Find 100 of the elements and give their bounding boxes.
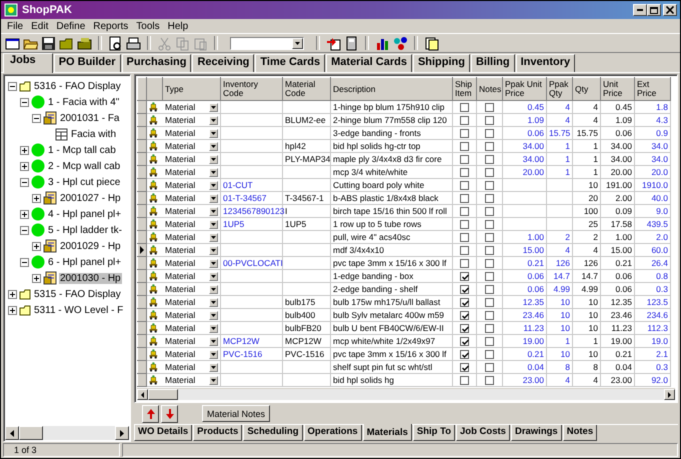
checkbox[interactable] xyxy=(485,258,494,268)
dropdown-button[interactable] xyxy=(209,154,218,164)
checkbox[interactable] xyxy=(460,220,469,228)
expand-toggle[interactable] xyxy=(20,226,29,234)
checkbox[interactable] xyxy=(485,102,494,112)
checkbox[interactable] xyxy=(460,168,469,176)
expand-toggle[interactable] xyxy=(20,258,29,266)
dropdown-button[interactable] xyxy=(209,116,218,124)
tree-item[interactable]: 4 - Hpl panel pl+ xyxy=(47,208,122,220)
dropdown-button[interactable] xyxy=(209,194,218,202)
tab[interactable]: Operations xyxy=(304,425,362,441)
expand-toggle[interactable] xyxy=(8,290,17,298)
tab[interactable]: Scheduling xyxy=(243,425,303,441)
menu-item[interactable]: Tools xyxy=(132,20,164,32)
maximize-button[interactable] xyxy=(647,4,661,16)
expand-toggle[interactable] xyxy=(20,210,29,218)
document-stack-icon[interactable] xyxy=(424,36,439,50)
tab[interactable]: Purchasing xyxy=(122,54,192,72)
dropdown-button[interactable] xyxy=(209,350,218,358)
checkbox[interactable] xyxy=(460,298,469,306)
dropdown-button[interactable] xyxy=(209,128,218,138)
dropdown-button[interactable] xyxy=(209,362,218,372)
expand-toggle[interactable] xyxy=(32,114,41,122)
expand-toggle[interactable] xyxy=(20,162,29,170)
dropdown-button[interactable] xyxy=(209,376,218,384)
checkbox[interactable] xyxy=(485,298,494,306)
tab[interactable]: Material Cards xyxy=(326,54,412,72)
menu-item[interactable]: Help xyxy=(164,20,192,32)
checkbox[interactable] xyxy=(460,180,469,190)
checkbox[interactable] xyxy=(460,310,469,320)
checkbox[interactable] xyxy=(485,142,494,150)
tree-item[interactable]: 2001029 - Hp xyxy=(59,240,122,252)
expand-toggle[interactable] xyxy=(20,178,29,186)
expand-toggle[interactable] xyxy=(32,194,41,202)
toolbar-dropdown[interactable] xyxy=(230,36,304,50)
dropdown-button[interactable] xyxy=(209,284,218,294)
checkbox[interactable] xyxy=(485,194,494,202)
checkbox[interactable] xyxy=(485,310,494,320)
checkbox[interactable] xyxy=(460,206,469,216)
expand-toggle[interactable] xyxy=(20,146,29,154)
tab[interactable]: PO Builder xyxy=(54,54,121,72)
move-down-button[interactable] xyxy=(161,404,178,422)
checkbox[interactable] xyxy=(485,350,494,358)
menu-item[interactable]: Edit xyxy=(27,20,52,32)
checkbox[interactable] xyxy=(460,142,469,150)
checkbox[interactable] xyxy=(485,246,494,254)
checkbox[interactable] xyxy=(485,206,494,216)
checkbox[interactable] xyxy=(460,284,469,294)
tab[interactable]: Materials xyxy=(362,424,412,441)
menu-item[interactable]: Define xyxy=(52,20,90,32)
document-arrow-icon[interactable] xyxy=(326,36,341,50)
checkbox[interactable] xyxy=(460,272,469,280)
checkbox[interactable] xyxy=(460,324,469,332)
tree-item[interactable]: Facia with xyxy=(70,128,118,140)
print-preview-icon[interactable] xyxy=(108,36,123,50)
tab[interactable]: Products xyxy=(193,425,242,441)
tab[interactable]: Billing xyxy=(470,54,515,72)
tree-item[interactable]: 2001031 - Fa xyxy=(59,112,120,124)
checkbox[interactable] xyxy=(460,232,469,242)
save-icon[interactable] xyxy=(41,36,56,50)
tab[interactable]: Ship To xyxy=(412,425,456,441)
tab[interactable]: Inventory xyxy=(516,54,576,72)
dropdown-button[interactable] xyxy=(209,206,218,216)
dropdown-button[interactable] xyxy=(209,310,218,320)
checkbox[interactable] xyxy=(460,154,469,164)
tree-item[interactable]: 5 - Hpl ladder tk- xyxy=(47,224,123,236)
tree-item[interactable]: 6 - Hpl panel pl+ xyxy=(47,256,122,268)
checkbox[interactable] xyxy=(485,116,494,124)
tab[interactable]: Shipping xyxy=(412,54,470,72)
dropdown-button[interactable] xyxy=(209,220,218,228)
checkbox[interactable] xyxy=(485,154,494,164)
checkbox[interactable] xyxy=(460,128,469,138)
tab[interactable]: Notes xyxy=(562,425,598,441)
tab[interactable]: WO Details xyxy=(134,425,192,441)
expand-toggle[interactable] xyxy=(32,274,41,282)
checkbox[interactable] xyxy=(460,246,469,254)
expand-toggle[interactable] xyxy=(32,242,41,250)
tree-item[interactable]: 5311 - WO Level - F xyxy=(33,304,124,316)
horizontal-scrollbar[interactable] xyxy=(5,426,129,440)
dropdown-button[interactable] xyxy=(209,232,218,242)
dropdown-button[interactable] xyxy=(209,258,218,268)
checkbox[interactable] xyxy=(460,350,469,358)
dropdown-button[interactable] xyxy=(209,246,218,254)
dropdown-button[interactable] xyxy=(209,142,218,150)
checkbox[interactable] xyxy=(460,376,469,384)
tab[interactable]: Time Cards xyxy=(255,54,326,72)
checkbox[interactable] xyxy=(460,194,469,202)
dropdown-button[interactable] xyxy=(209,102,218,112)
scroll-thumb[interactable] xyxy=(19,426,43,440)
folder-icon[interactable] xyxy=(59,36,74,50)
tree-item[interactable]: 1 - Mcp tall cab xyxy=(47,144,117,156)
dropdown-button[interactable] xyxy=(209,168,218,176)
close-button[interactable] xyxy=(663,4,677,16)
checkbox[interactable] xyxy=(485,180,494,190)
dropdown-button[interactable] xyxy=(209,298,218,306)
expand-toggle[interactable] xyxy=(20,98,29,106)
tree-item[interactable]: 1 - Facia with 4" xyxy=(47,96,120,108)
expand-toggle[interactable] xyxy=(8,306,17,314)
tab[interactable]: Job Costs xyxy=(456,425,510,441)
checkbox[interactable] xyxy=(485,232,494,242)
